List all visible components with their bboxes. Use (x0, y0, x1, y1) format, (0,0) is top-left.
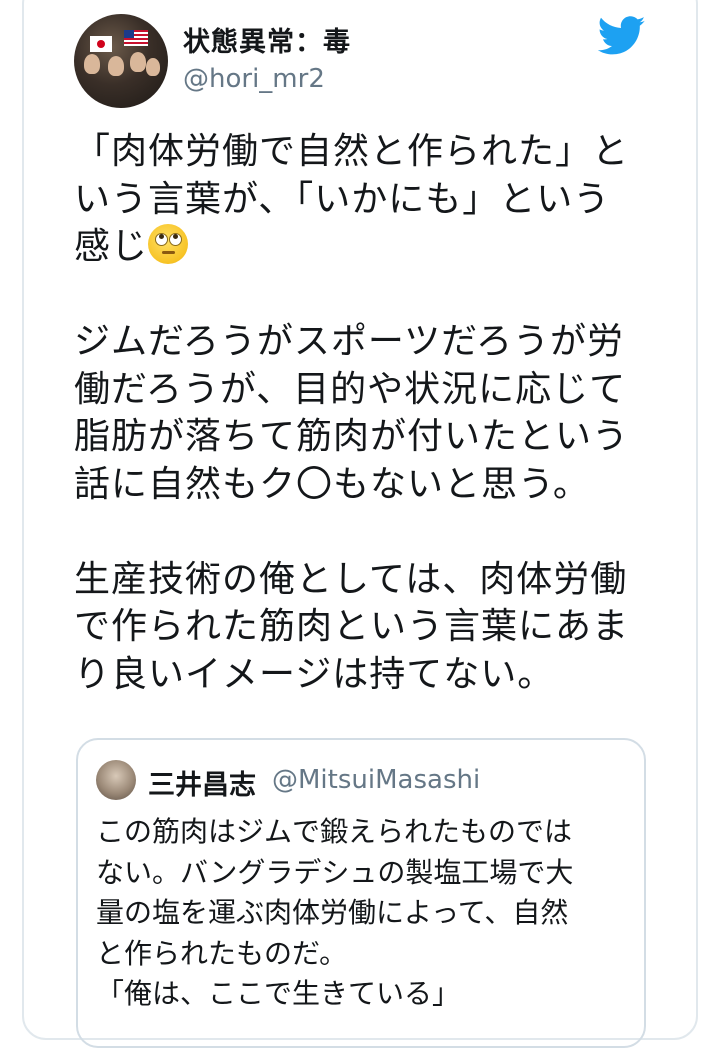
us-flag-icon (124, 30, 148, 46)
quoted-author-avatar (96, 760, 136, 800)
twitter-bird-icon[interactable] (598, 16, 646, 56)
quoted-author-display-name: 三井昌志 (148, 770, 256, 801)
author-display-name[interactable]: 状態異常：毒 (183, 20, 351, 59)
japan-flag-icon (90, 36, 112, 52)
quoted-tweet-text: この筋肉はジムで鍛えられたものでは ない。バングラデシュの製塩工場で大 量の塩を… (96, 815, 574, 1010)
author-avatar[interactable] (74, 14, 168, 108)
tweet-paragraph-3: 生産技術の俺としては、肉体労働 で作られた筋肉という言葉にあま り良いイメージは… (74, 558, 630, 695)
face-with-rolling-eyes-icon (148, 224, 189, 264)
quoted-author-handle: @MitsuiMasashi (272, 765, 481, 795)
tweet-paragraph-2: ジムだろうがスポーツだろうが労 働だろうが、目的や状況に応じて 脂肪が落ちて筋肉… (74, 321, 630, 505)
tweet-body: 「肉体労働で自然と作られた」と いう言葉が、「いかにも」という 感じ ジムだろう… (74, 128, 654, 698)
author-handle[interactable]: @hori_mr2 (183, 64, 325, 94)
